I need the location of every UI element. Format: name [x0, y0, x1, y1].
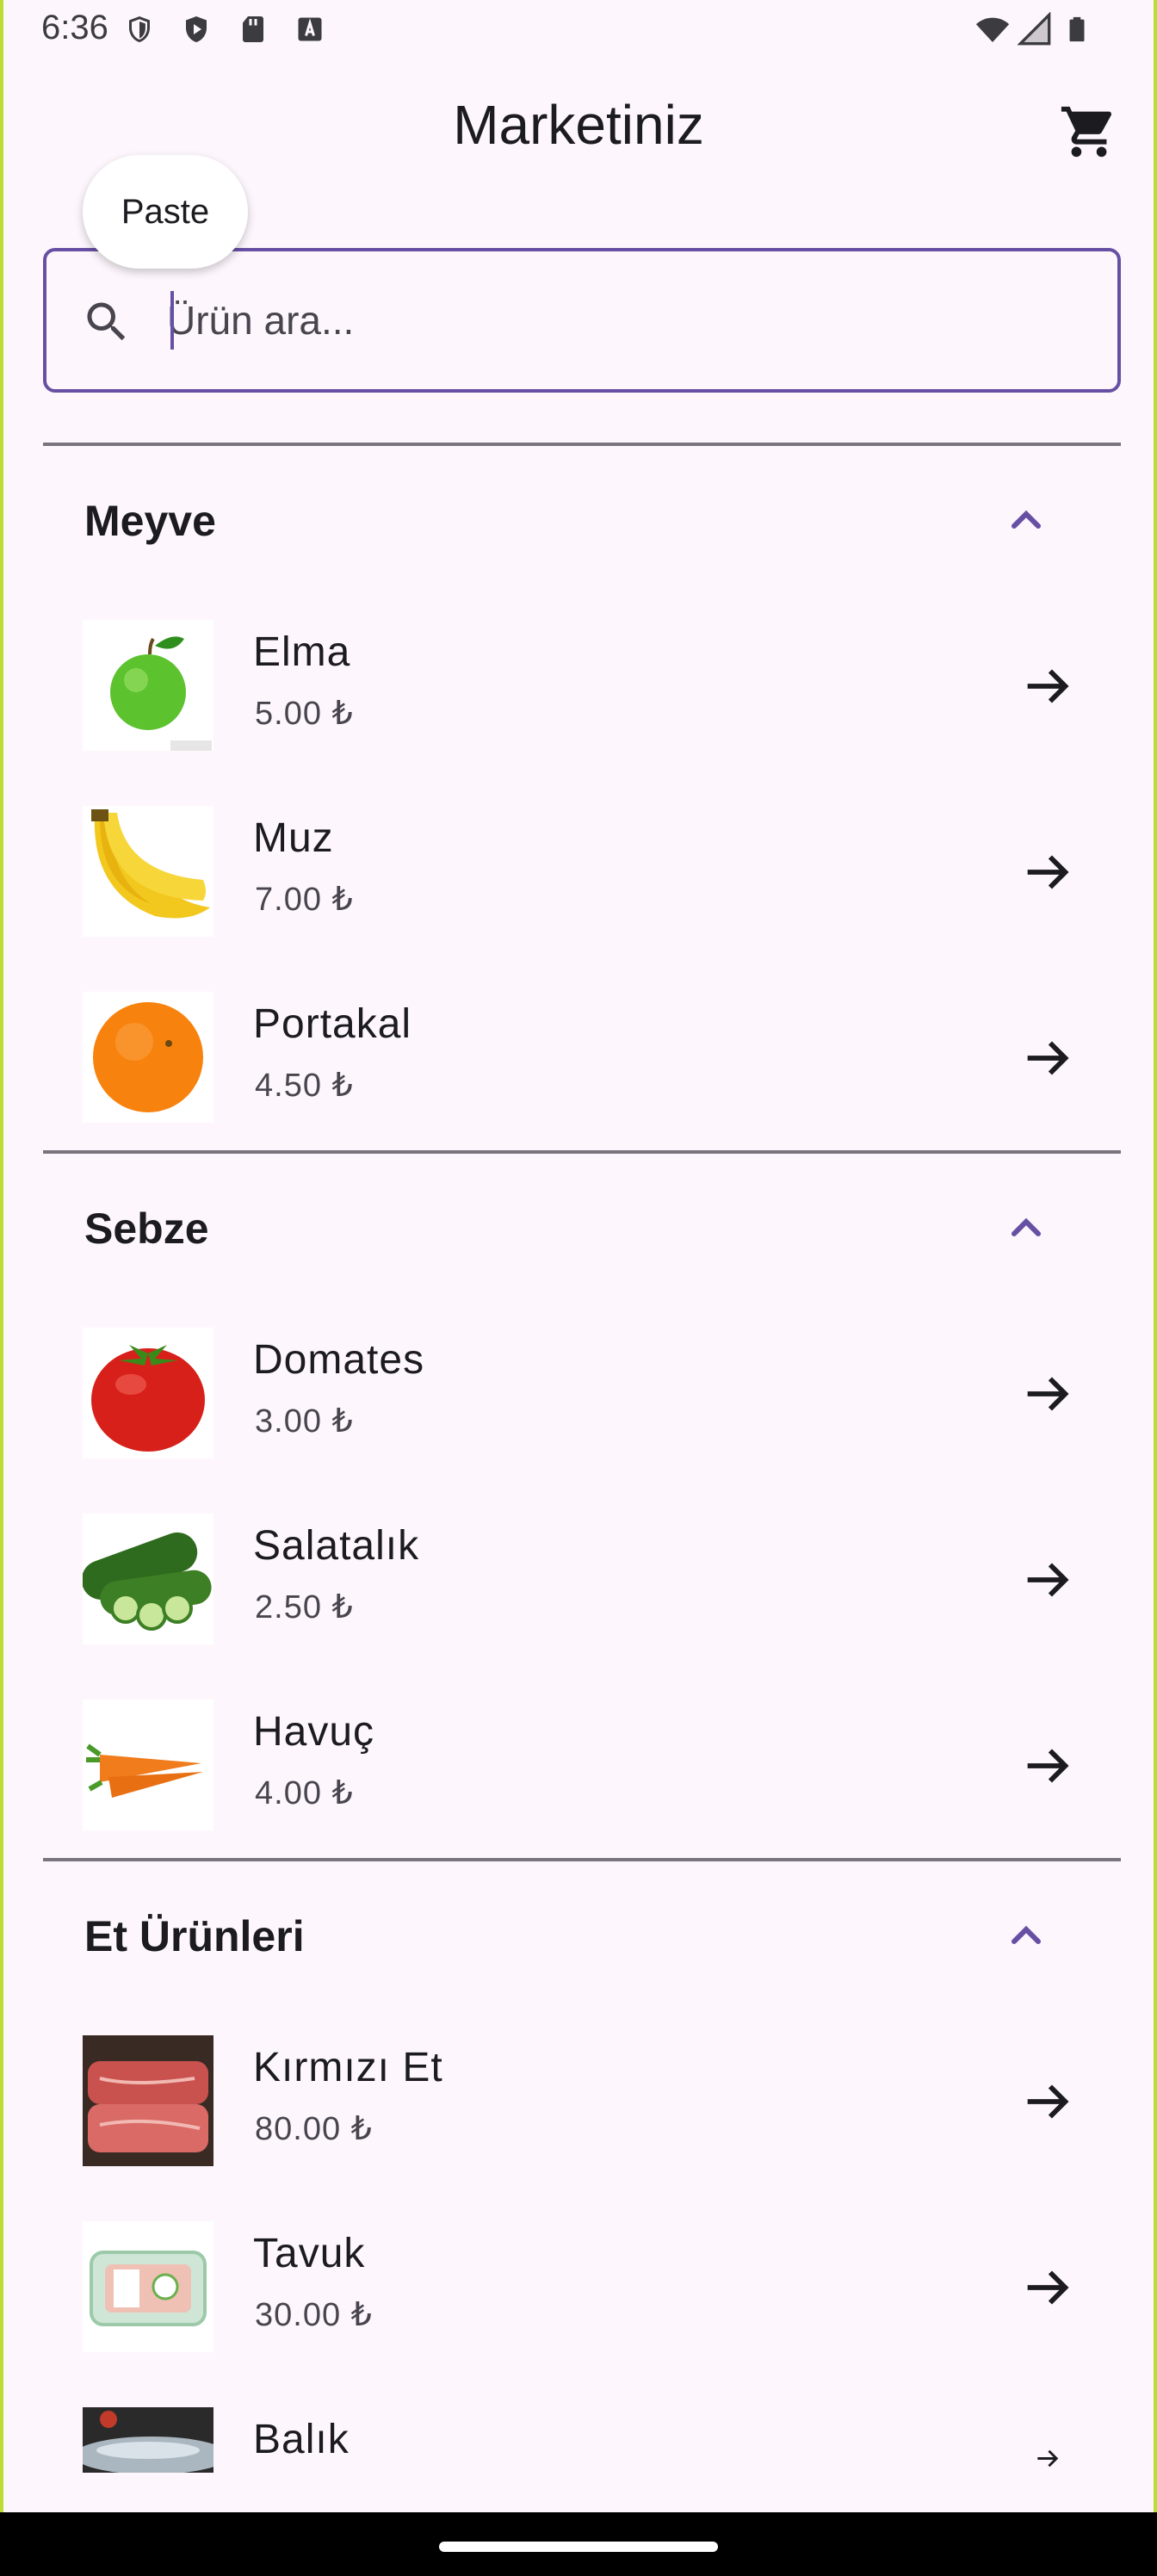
status-bar: 6:36: [3, 0, 1154, 60]
wifi-icon: [975, 17, 1010, 42]
section-divider: [43, 1858, 1121, 1861]
category-title-meyve[interactable]: Meyve: [84, 496, 216, 546]
arrow-right-icon[interactable]: [1018, 1364, 1078, 1424]
product-image-red-meat: [83, 2035, 213, 2166]
list-item[interactable]: Salatalık 2.50 ₺: [3, 1514, 1154, 1686]
product-name: Muz: [253, 815, 334, 861]
paste-button[interactable]: Paste: [83, 155, 248, 269]
product-image-carrot: [83, 1700, 213, 1830]
list-item[interactable]: Havuç 4.00 ₺: [3, 1700, 1154, 1872]
arrow-right-icon[interactable]: [1018, 2443, 1078, 2474]
system-navigation-bar: [0, 2512, 1157, 2576]
product-price: 7.00 ₺: [255, 882, 354, 918]
arrow-right-icon[interactable]: [1018, 2257, 1078, 2318]
product-name: Tavuk: [253, 2231, 366, 2276]
list-item[interactable]: Muz 7.00 ₺: [3, 806, 1154, 978]
list-item[interactable]: Portakal 4.50 ₺: [3, 992, 1154, 1164]
arrow-right-icon[interactable]: [1018, 842, 1078, 902]
category-title-et-urunleri[interactable]: Et Ürünleri: [84, 1911, 305, 1961]
signal-icon: [1018, 12, 1051, 46]
product-image-cucumber: [83, 1514, 213, 1644]
arrow-right-icon[interactable]: [1018, 2071, 1078, 2132]
product-price: 80.00 ₺: [255, 2111, 373, 2147]
list-item[interactable]: Elma 5.00 ₺: [3, 620, 1154, 792]
sd-card-icon: [243, 16, 263, 42]
product-image-apple: [83, 620, 213, 751]
chevron-up-icon[interactable]: [1002, 1911, 1050, 1960]
arrow-right-icon[interactable]: [1018, 1736, 1078, 1796]
product-name: Balık: [253, 2417, 350, 2462]
play-protect-icon: [186, 16, 207, 42]
battery-icon: [1069, 16, 1085, 42]
product-image-fish: [83, 2407, 213, 2473]
chevron-up-icon[interactable]: [1002, 1204, 1050, 1252]
list-item[interactable]: Domates 3.00 ₺: [3, 1328, 1154, 1500]
product-name: Portakal: [253, 1001, 412, 1047]
product-image-banana: [83, 806, 213, 937]
page-title: Marketiniz: [453, 94, 704, 156]
arrow-right-icon[interactable]: [1018, 656, 1078, 716]
search-field[interactable]: [43, 248, 1121, 393]
search-icon: [87, 302, 126, 341]
search-input[interactable]: [167, 251, 1080, 389]
product-image-tomato: [83, 1328, 213, 1458]
product-price: 5.00 ₺: [255, 696, 354, 732]
keyboard-a-icon: [298, 17, 322, 41]
chevron-up-icon[interactable]: [1002, 496, 1050, 544]
list-item[interactable]: Tavuk 30.00 ₺: [3, 2221, 1154, 2393]
arrow-right-icon[interactable]: [1018, 1028, 1078, 1088]
shield-icon: [129, 16, 150, 42]
product-price: 4.50 ₺: [255, 1068, 354, 1104]
category-title-sebze[interactable]: Sebze: [84, 1204, 209, 1254]
product-name: Elma: [253, 629, 351, 675]
product-name: Havuç: [253, 1709, 375, 1755]
product-name: Salatalık: [253, 1523, 420, 1569]
text-cursor: [170, 291, 174, 350]
app-screen: 6:36 Marketiniz Paste Meyve Elma 5.00 ₺: [3, 0, 1154, 2512]
product-name: Kırmızı Et: [253, 2045, 443, 2090]
product-image-chicken: [83, 2221, 213, 2352]
home-handle[interactable]: [439, 2542, 718, 2552]
product-name: Domates: [253, 1337, 425, 1383]
status-time: 6:36: [41, 9, 108, 46]
product-price: 3.00 ₺: [255, 1403, 354, 1440]
product-image-orange: [83, 992, 213, 1123]
arrow-right-icon[interactable]: [1018, 1550, 1078, 1610]
list-item[interactable]: Kırmızı Et 80.00 ₺: [3, 2035, 1154, 2208]
shopping-cart-icon[interactable]: [1059, 102, 1119, 162]
product-price: 4.00 ₺: [255, 1775, 354, 1811]
product-price: 30.00 ₺: [255, 2297, 373, 2333]
section-divider: [43, 1150, 1121, 1154]
section-divider: [43, 443, 1121, 446]
product-price: 2.50 ₺: [255, 1589, 354, 1625]
list-item[interactable]: Balık: [3, 2407, 1154, 2512]
